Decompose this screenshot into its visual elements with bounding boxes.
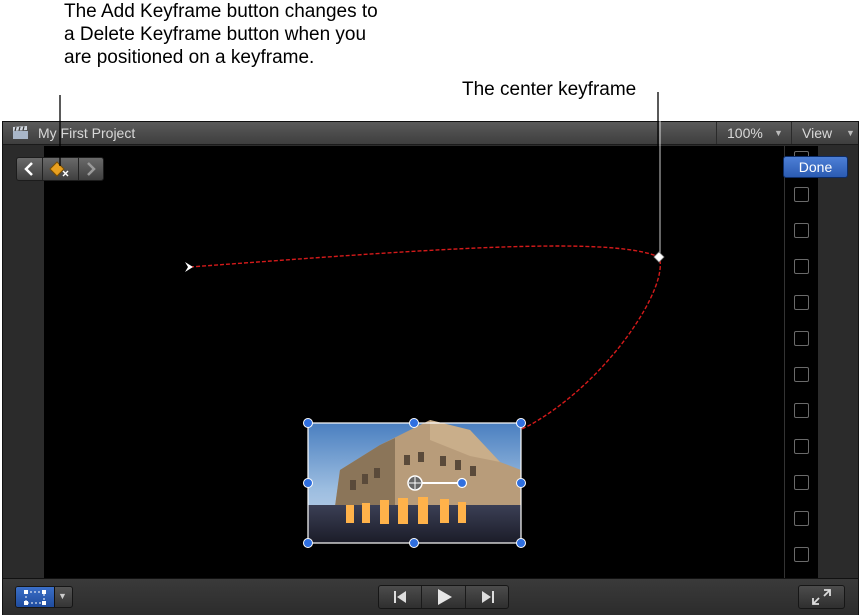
keyframe-checkbox-strip [784, 146, 818, 578]
chevron-right-icon [87, 162, 96, 176]
previous-keyframe-button[interactable] [17, 158, 43, 180]
transform-tool-popup[interactable]: ▼ [15, 586, 73, 608]
viewer-canvas[interactable] [44, 146, 784, 578]
view-menu-label: View [802, 125, 833, 141]
zoom-popup[interactable]: 100% ▼ [716, 122, 791, 144]
play-icon [438, 589, 452, 605]
go-to-start-icon [394, 591, 406, 603]
go-to-start-button[interactable] [379, 586, 422, 608]
side-checkbox[interactable] [794, 187, 809, 202]
side-checkbox[interactable] [794, 547, 809, 562]
side-checkbox[interactable] [794, 367, 809, 382]
clapperboard-icon [13, 126, 28, 139]
viewer-titlebar: My First Project 100% ▼ View ▼ [3, 122, 858, 145]
keyframe-navigation [16, 157, 104, 181]
viewer-bottom-toolbar: ▼ [3, 578, 858, 615]
transport-controls [378, 585, 509, 609]
center-keyframe-callout: The center keyframe [462, 79, 637, 100]
side-checkbox[interactable] [794, 295, 809, 310]
go-to-end-button[interactable] [466, 586, 508, 608]
fullscreen-icon [812, 589, 831, 605]
chevron-down-icon: ▼ [774, 128, 783, 138]
delete-keyframe-icon [49, 161, 69, 177]
side-checkbox[interactable] [794, 439, 809, 454]
add-keyframe-callout: The Add Keyframe button changes to a Del… [64, 1, 378, 68]
project-title: My First Project [38, 125, 136, 141]
play-button[interactable] [422, 586, 466, 608]
transform-icon [24, 590, 46, 605]
zoom-level: 100% [727, 125, 763, 141]
viewer-window: My First Project 100% ▼ View ▼ Done ▼ [2, 121, 859, 615]
side-checkbox[interactable] [794, 223, 809, 238]
side-checkbox[interactable] [794, 511, 809, 526]
transform-tool-button[interactable] [16, 587, 55, 607]
done-button[interactable]: Done [783, 156, 848, 178]
fullscreen-button[interactable] [798, 585, 845, 609]
go-to-end-icon [482, 591, 494, 603]
chevron-down-icon[interactable]: ▼ [58, 591, 67, 601]
chevron-left-icon [24, 162, 33, 176]
view-menu[interactable]: View ▼ [791, 122, 859, 144]
chevron-down-icon: ▼ [846, 128, 855, 138]
delete-keyframe-button[interactable] [43, 158, 79, 180]
next-keyframe-button[interactable] [79, 158, 103, 180]
side-checkbox[interactable] [794, 259, 809, 274]
side-checkbox[interactable] [794, 475, 809, 490]
side-checkbox[interactable] [794, 331, 809, 346]
side-checkbox[interactable] [794, 403, 809, 418]
